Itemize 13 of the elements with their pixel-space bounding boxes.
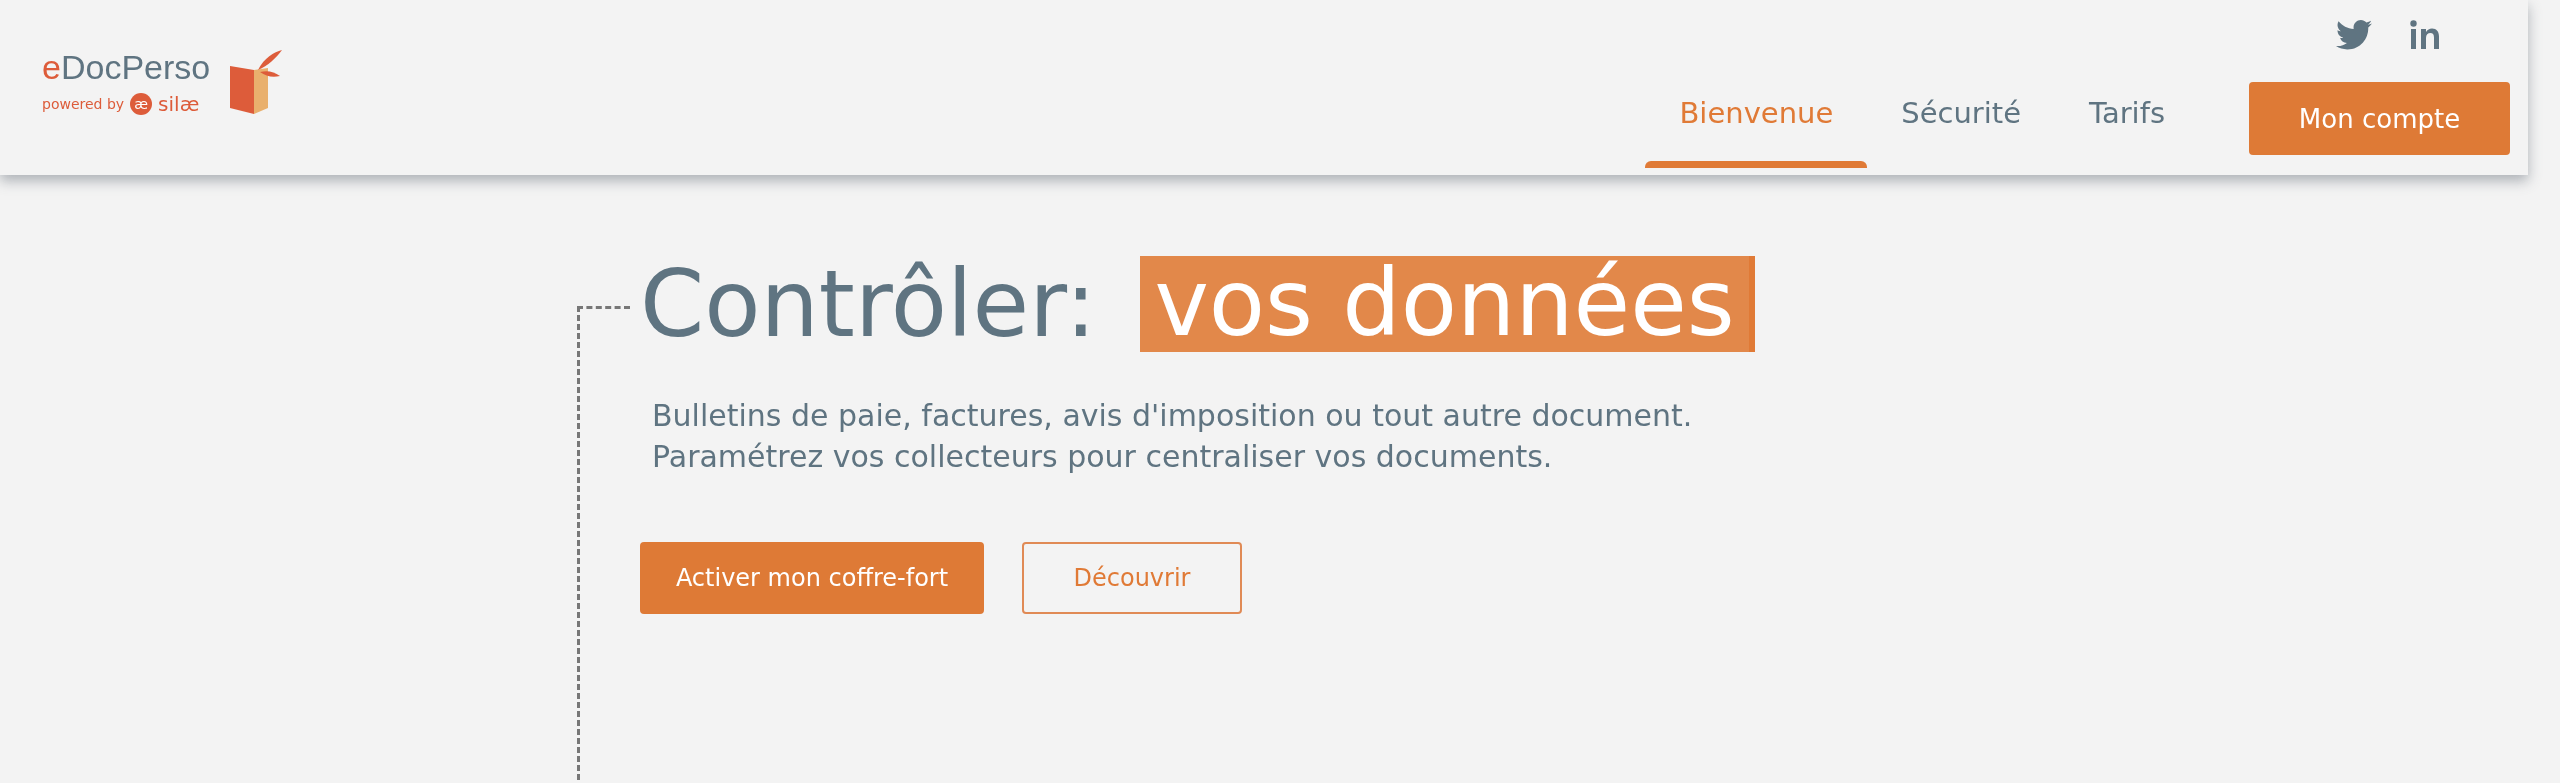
account-button[interactable]: Mon compte [2249,82,2510,155]
intro-paragraph: Bulletins de paie, factures, avis d'imposition ou tout autre document. Paramétrez vos collecteurs pour centraliser vos documents. [652,397,1694,476]
discover-button[interactable]: Découvrir [1022,542,1242,614]
powered-by-text: powered by [42,96,125,112]
nav-link[interactable]: Sécurité [1867,82,2055,166]
nav-link[interactable]: Tarifs [2055,82,2199,166]
nav-link[interactable]: Bienvenue [1645,82,1868,166]
headline-text: Contrôler: [640,250,1097,358]
brand-mark: æ [130,93,153,115]
brand-name: silæ [158,92,200,116]
highlighted-headline: vos données [1140,256,1755,352]
activate-button[interactable]: Activer mon coffre-fort [640,542,984,614]
logo-name[interactable]: eDocPerso [42,48,211,86]
